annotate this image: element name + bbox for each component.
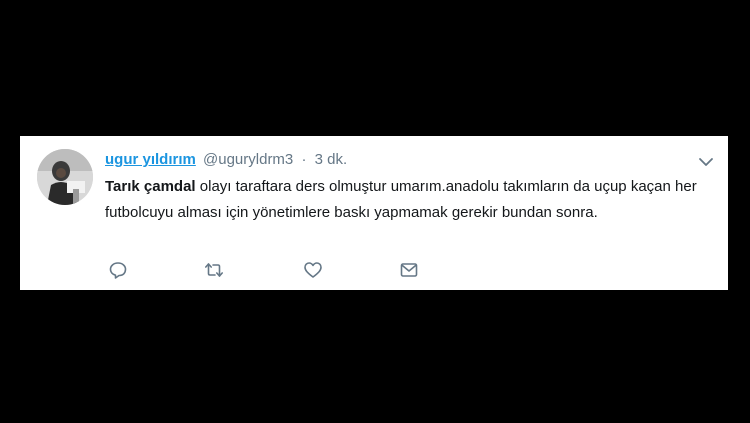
timestamp-link[interactable]: 3 dk. <box>315 151 348 168</box>
envelope-icon[interactable] <box>399 260 419 280</box>
separator-dot: · <box>301 151 307 168</box>
display-name-link[interactable]: ugur yıldırım <box>105 151 196 168</box>
user-photo-icon <box>37 149 93 205</box>
chevron-down-icon[interactable] <box>698 154 714 170</box>
mention-name[interactable]: Tarık çamdal <box>105 178 196 195</box>
heart-icon[interactable] <box>303 260 323 280</box>
reply-icon[interactable] <box>108 260 128 280</box>
avatar[interactable] <box>37 149 93 205</box>
tweet-card: ugur yıldırım @uguryldrm3 · 3 dk. Tarık … <box>20 136 728 290</box>
user-handle[interactable]: @uguryldrm3 <box>203 151 293 168</box>
tweet-text: Tarık çamdal olayı taraftara ders olmuşt… <box>105 174 710 226</box>
retweet-icon[interactable] <box>204 260 224 280</box>
tweet-header: ugur yıldırım @uguryldrm3 · 3 dk. <box>105 150 347 170</box>
